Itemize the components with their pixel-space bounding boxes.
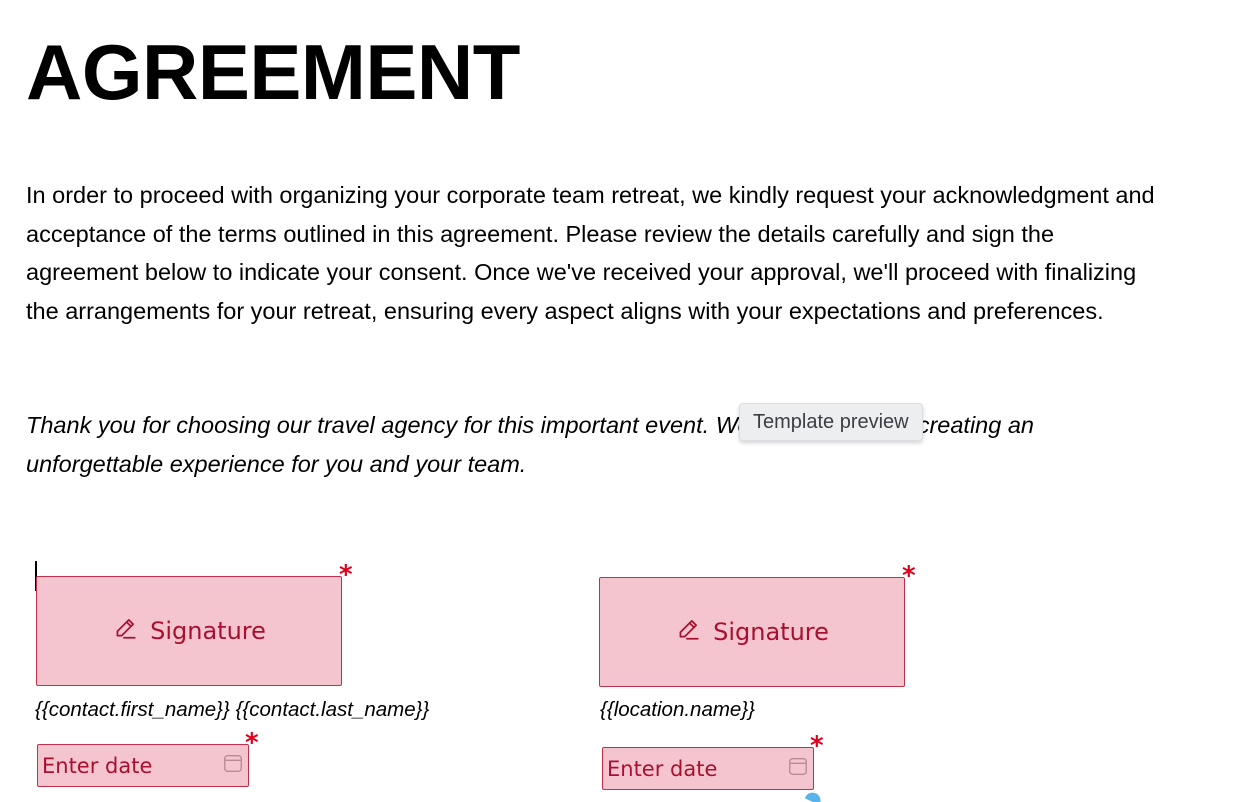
required-marker: * — [902, 561, 916, 591]
required-marker: * — [339, 560, 353, 590]
pen-icon — [112, 615, 138, 647]
signature-field-location[interactable]: Signature — [599, 577, 905, 687]
required-marker: * — [245, 728, 259, 758]
date-placeholder: Enter date — [607, 756, 718, 781]
signature-label: Signature — [713, 618, 829, 646]
date-field-contact[interactable]: Enter date — [37, 744, 249, 787]
template-preview-tooltip: Template preview — [739, 403, 923, 441]
date-field-location[interactable]: Enter date — [602, 747, 814, 790]
signature-label: Signature — [150, 617, 266, 645]
calendar-icon[interactable] — [787, 755, 809, 782]
signature-field-contact[interactable]: Signature — [36, 576, 342, 686]
date-placeholder: Enter date — [42, 753, 153, 778]
required-marker: * — [810, 731, 824, 761]
agreement-paragraph: In order to proceed with organizing your… — [26, 182, 1155, 324]
calendar-icon[interactable] — [222, 752, 244, 779]
document-title: AGREEMENT — [26, 28, 520, 116]
signer-name-label: {{contact.first_name}} {{contact.last_na… — [35, 698, 430, 721]
thank-you-paragraph: Thank you for choosing our travel agency… — [26, 412, 1034, 477]
pen-icon — [675, 616, 701, 648]
drag-handle-icon[interactable] — [804, 790, 824, 802]
signer-name-label: {{location.name}} — [600, 698, 756, 721]
